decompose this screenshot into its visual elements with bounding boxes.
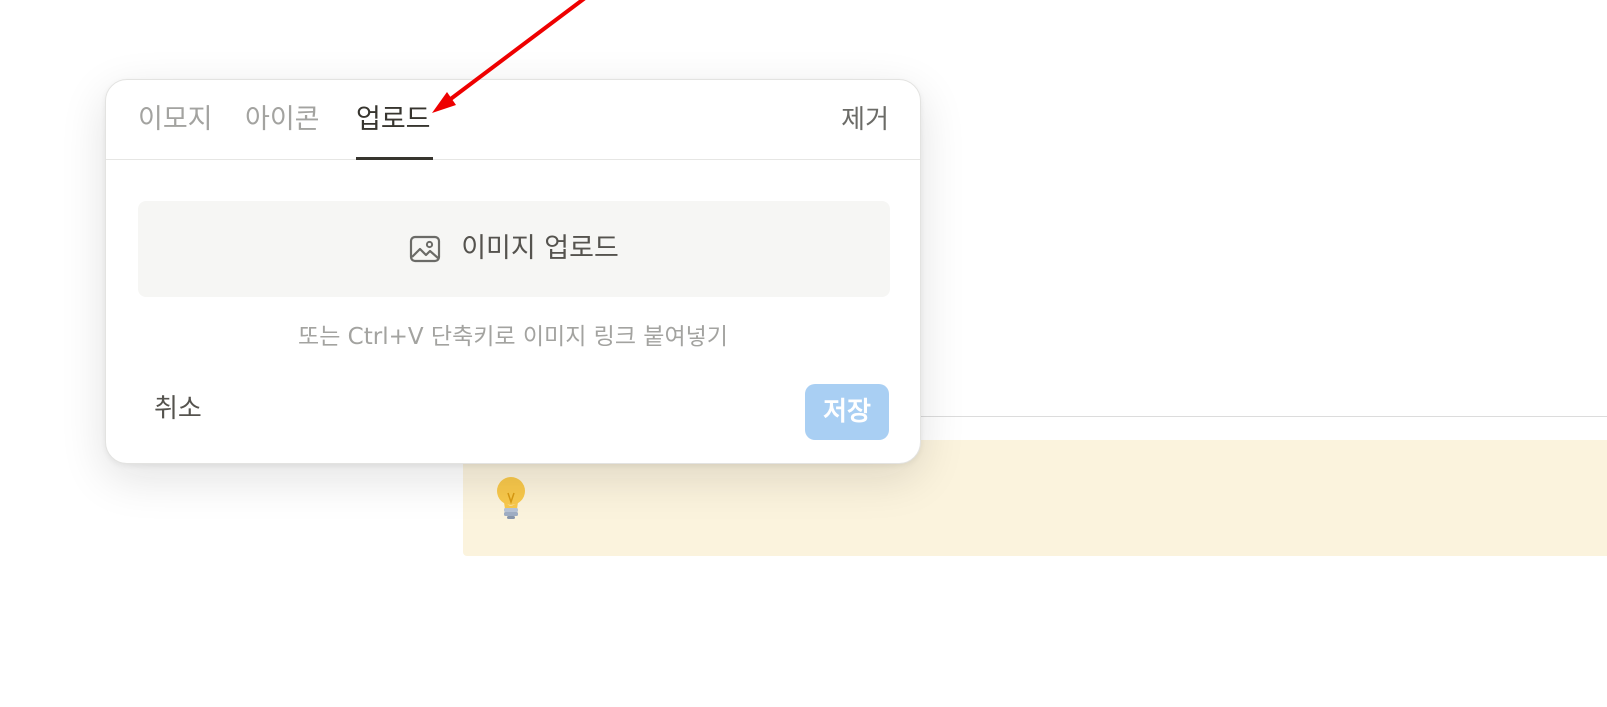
page-divider: [900, 416, 1607, 417]
tab-emoji[interactable]: 이모지: [138, 102, 213, 138]
remove-button[interactable]: 제거: [841, 102, 889, 138]
icon-picker-popover: 이모지 아이콘 업로드 제거 이미지 업로드 또는 Ctrl+V 단축키로 이미…: [105, 79, 921, 464]
tab-bar: 이모지 아이콘 업로드 제거: [106, 80, 920, 160]
upload-image-label: 이미지 업로드: [461, 233, 619, 264]
save-button[interactable]: 저장: [805, 384, 889, 440]
lightbulb-icon[interactable]: [493, 475, 529, 521]
tab-icon[interactable]: 아이콘: [245, 102, 320, 138]
active-tab-indicator: [356, 157, 433, 160]
upload-image-button[interactable]: 이미지 업로드: [138, 201, 890, 297]
cancel-button[interactable]: 취소: [154, 391, 202, 427]
image-icon: [410, 235, 441, 263]
page: 이모지 아이콘 업로드 제거 이미지 업로드 또는 Ctrl+V 단축키로 이미…: [0, 0, 1607, 707]
paste-hint-text: 또는 Ctrl+V 단축키로 이미지 링크 붙여넣기: [298, 324, 728, 350]
tab-upload[interactable]: 업로드: [356, 102, 431, 138]
